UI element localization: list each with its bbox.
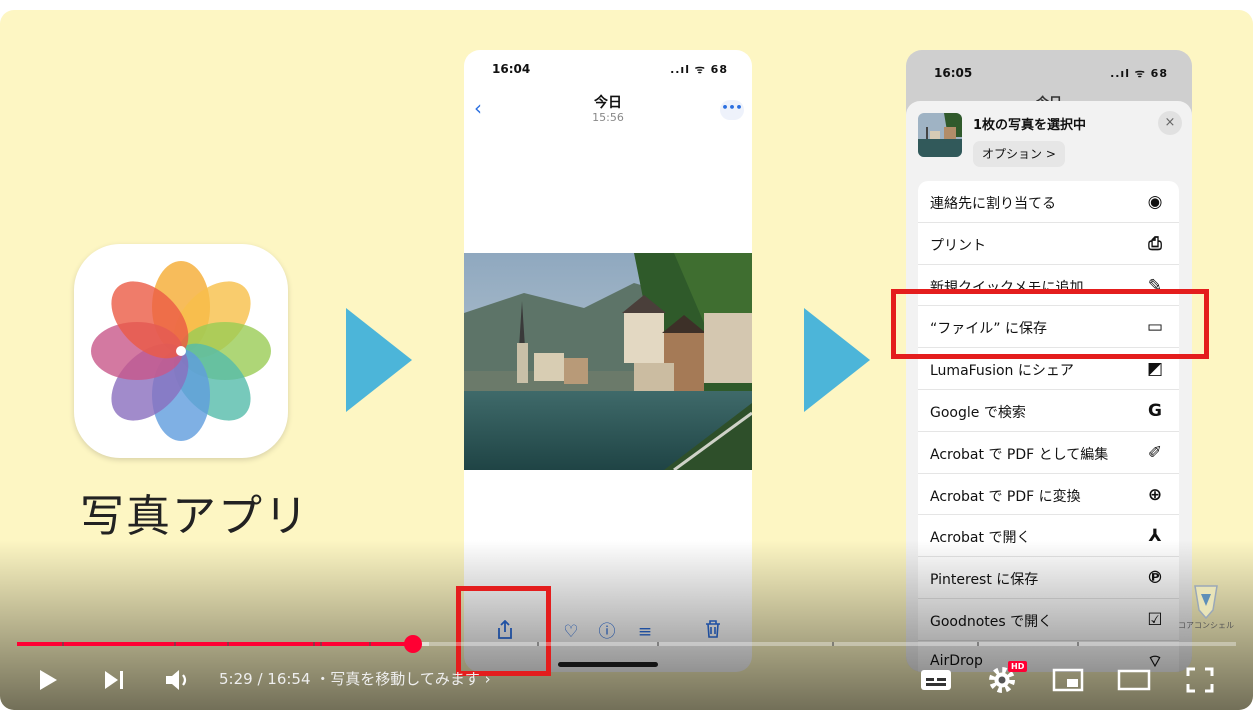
- action-label: Acrobat で開く: [930, 530, 1031, 547]
- action-acrobat-convert[interactable]: Acrobat で PDF に変換 ⊕: [918, 474, 1179, 516]
- current-time: 5:29: [219, 670, 253, 688]
- viewer-title: 今日: [594, 95, 622, 111]
- action-label: LumaFusion にシェア: [930, 363, 1074, 380]
- progress-bar[interactable]: [17, 635, 1236, 653]
- channel-name: コアコンシェル: [1178, 621, 1234, 630]
- action-assign-contact[interactable]: 連絡先に割り当てる ◉: [918, 181, 1179, 223]
- status-icons: ..ıl ᯤ 68: [1110, 67, 1168, 80]
- options-button[interactable]: オプション >: [973, 141, 1065, 167]
- right-arrow-icon: [346, 308, 412, 412]
- trash-icon[interactable]: [700, 620, 726, 644]
- action-label: Acrobat で PDF に変換: [930, 488, 1081, 505]
- action-acrobat-edit[interactable]: Acrobat で PDF として編集 ✐: [918, 432, 1179, 474]
- share-sheet: 1枚の写真を選択中 オプション > × 連絡先に割り当てる ◉ プリント ⎙ 新…: [906, 101, 1192, 672]
- scrubber-handle[interactable]: [403, 635, 422, 653]
- chapter-marker: [320, 642, 322, 646]
- time-display: 5:29 / 16:54 ・写真を移動してみます ›: [219, 668, 491, 689]
- volume-icon[interactable]: [160, 662, 196, 698]
- status-time: 16:05: [934, 66, 973, 80]
- photo-thumbnail: [918, 113, 962, 157]
- play-icon[interactable]: [30, 662, 66, 698]
- theater-mode-icon[interactable]: [1114, 662, 1154, 698]
- chapter-marker: [657, 642, 659, 646]
- player-controls: 5:29 / 16:54 ・写真を移動してみます › HD: [0, 656, 1253, 704]
- app-label: 写真アプリ: [80, 491, 310, 542]
- action-pinterest[interactable]: Pinterest に保存 ℗: [918, 557, 1179, 599]
- chevron-right-icon[interactable]: ›: [480, 670, 491, 688]
- info-icon[interactable]: ⓘ: [594, 620, 620, 644]
- photo-image[interactable]: [464, 253, 752, 470]
- action-print[interactable]: プリント ⎙: [918, 223, 1179, 265]
- chapter-marker: [227, 642, 229, 646]
- duration: 16:54: [267, 670, 311, 688]
- hd-badge: HD: [1008, 661, 1028, 672]
- more-icon[interactable]: •••: [720, 100, 744, 120]
- action-label: Pinterest に保存: [930, 572, 1039, 589]
- action-label: 連絡先に割り当てる: [930, 196, 1056, 212]
- action-label: プリント: [930, 237, 986, 254]
- photos-app-icon: [74, 244, 288, 458]
- status-icons: ..ıl ᯤ 68: [670, 63, 728, 76]
- chapter-title[interactable]: 写真を移動してみます: [330, 670, 480, 688]
- edit-pdf-icon: ✐: [1147, 442, 1163, 463]
- progress-played: [17, 642, 413, 646]
- google-icon: G: [1148, 400, 1162, 421]
- time-separator: /: [252, 670, 268, 688]
- settings-gear-icon[interactable]: HD: [982, 661, 1028, 698]
- action-label: Google で検索: [930, 404, 1026, 421]
- chapter-marker: [369, 642, 371, 646]
- contact-icon: ◉: [1147, 192, 1163, 212]
- chapter-marker: [62, 642, 64, 646]
- subtitles-icon[interactable]: [918, 662, 954, 698]
- chapter-marker: [977, 642, 979, 646]
- phone-photo-viewer: 16:04 ..ıl ᯤ 68 ‹ 今日 15:56 ••• ♡ ⓘ ≡: [464, 50, 752, 672]
- action-goodnotes[interactable]: Goodnotes で開く ☑: [918, 599, 1179, 641]
- printer-icon: ⎙: [1148, 233, 1162, 254]
- chapter-marker: [537, 642, 539, 646]
- lumafusion-icon: ◩: [1146, 359, 1164, 380]
- phone-share-sheet: 16:05 ..ıl ᯤ 68 今日 1枚の写真を選択中 オプション > ×: [906, 50, 1192, 672]
- action-acrobat-open[interactable]: Acrobat で開く ⅄: [918, 515, 1179, 558]
- next-icon[interactable]: [96, 662, 132, 698]
- status-bar: 16:04 ..ıl ᯤ 68: [464, 62, 752, 78]
- channel-logo-icon: [1193, 584, 1219, 620]
- highlight-box-save-to-files: [891, 289, 1209, 359]
- sheet-title: 1枚の写真を選択中: [973, 118, 1087, 133]
- chapter-marker: [832, 642, 834, 646]
- goodnotes-icon: ☑: [1147, 609, 1163, 630]
- adjust-icon[interactable]: ≡: [632, 620, 658, 644]
- action-google-search[interactable]: Google で検索 G: [918, 390, 1179, 432]
- right-arrow-icon: [804, 308, 870, 412]
- status-time: 16:04: [492, 62, 531, 76]
- pinterest-icon: ℗: [1146, 568, 1164, 589]
- action-label: Goodnotes で開く: [930, 613, 1053, 630]
- status-bar: 16:05 ..ıl ᯤ 68: [906, 66, 1192, 82]
- video-frame[interactable]: 写真アプリ 16:04 ..ıl ᯤ 68 ‹ 今日 15:56 ••• ♡ ⓘ…: [0, 10, 1253, 710]
- miniplayer-icon[interactable]: [1050, 662, 1086, 698]
- chapter-marker: [313, 642, 315, 646]
- channel-watermark[interactable]: コアコンシェル: [1176, 584, 1236, 631]
- chapter-separator: ・: [310, 670, 331, 688]
- convert-pdf-icon: ⊕: [1147, 484, 1163, 505]
- chapter-marker: [174, 642, 176, 646]
- action-label: Acrobat で PDF として編集: [930, 446, 1109, 463]
- action-list: 連絡先に割り当てる ◉ プリント ⎙ 新規クイックメモに追加 ✎ “ファイル” …: [918, 181, 1179, 672]
- viewer-subtitle: 15:56: [592, 111, 624, 124]
- close-icon[interactable]: ×: [1158, 111, 1182, 135]
- acrobat-icon: ⅄: [1148, 526, 1162, 547]
- heart-icon[interactable]: ♡: [558, 620, 584, 644]
- fullscreen-icon[interactable]: [1180, 662, 1220, 698]
- chapter-marker: [1077, 642, 1079, 646]
